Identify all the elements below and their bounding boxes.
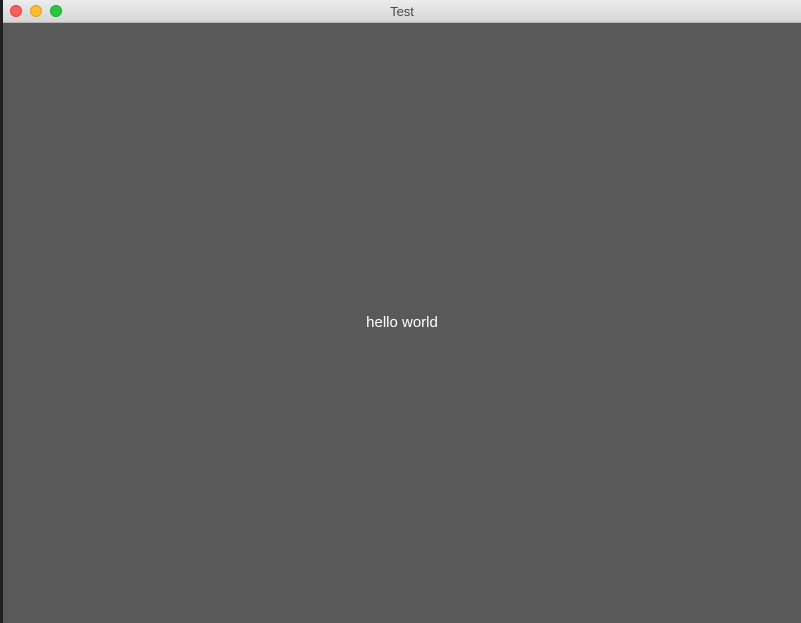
window-title: Test xyxy=(390,4,414,19)
hello-world-label: hello world xyxy=(366,314,438,331)
content-area: hello world xyxy=(3,23,801,623)
title-bar[interactable]: Test xyxy=(3,0,801,23)
app-window: Test hello world xyxy=(3,0,801,623)
